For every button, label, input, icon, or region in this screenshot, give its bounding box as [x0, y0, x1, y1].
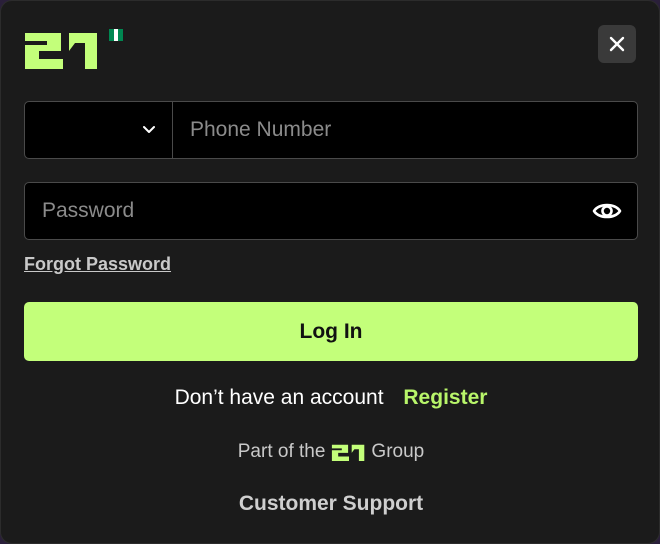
group-suffix-text: Group: [371, 441, 425, 462]
group-logo-icon: [332, 444, 365, 461]
forgot-password-link[interactable]: Forgot Password: [24, 254, 171, 275]
register-prompt: Don’t have an account Register: [1, 386, 659, 410]
phone-number-input[interactable]: [173, 102, 637, 158]
password-field-group: [24, 182, 638, 240]
no-account-text: Don’t have an account: [174, 386, 384, 409]
group-affiliation: Part of the Group: [1, 441, 659, 463]
nigeria-flag-icon: [109, 29, 124, 41]
phone-field-group: [24, 101, 638, 159]
group-prefix-text: Part of the: [237, 441, 326, 462]
login-button[interactable]: Log In: [24, 302, 638, 361]
close-icon: [609, 36, 625, 52]
country-code-select[interactable]: [25, 102, 173, 158]
brand-logo: [23, 27, 124, 71]
chevron-down-icon: [143, 126, 155, 133]
login-modal: Forgot Password Log In Don’t have an acc…: [0, 0, 660, 544]
eye-icon: [592, 203, 622, 219]
logo-21-icon: [25, 33, 97, 69]
customer-support-link[interactable]: Customer Support: [1, 492, 659, 516]
password-input[interactable]: [25, 183, 577, 239]
register-link[interactable]: Register: [403, 386, 487, 409]
close-button[interactable]: [598, 25, 636, 63]
show-password-toggle[interactable]: [577, 183, 637, 239]
